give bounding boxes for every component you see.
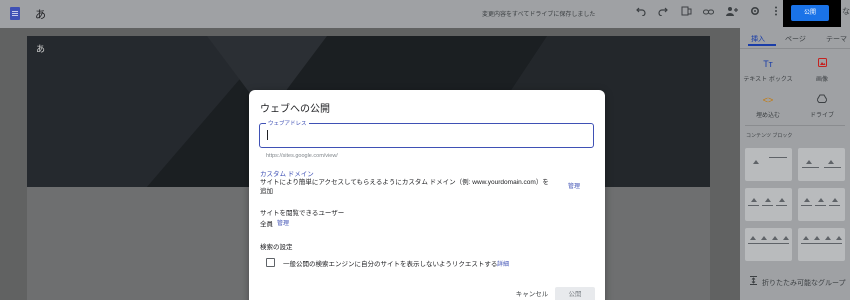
cancel-button[interactable]: キャンセル <box>507 287 557 300</box>
insert-collapsible-group[interactable]: 折りたたみ可能なグループ <box>750 276 846 288</box>
viewers-manage-link[interactable]: 管理 <box>277 218 289 227</box>
share-icon[interactable] <box>724 5 740 21</box>
web-address-input[interactable] <box>267 129 567 141</box>
dialog-title: ウェブへの公開 <box>260 104 330 115</box>
insert-drive[interactable]: ドライブ <box>797 94 847 119</box>
publish-button[interactable]: 公開 <box>791 5 829 21</box>
custom-domain-description: サイトにより簡単にアクセスしてもらえるようにカスタム ドメイン（例: www.y… <box>260 179 549 195</box>
app-root: あ 変更内容をすべてドライブに保存しました 公開 な あ 挿入 ページ テーマ … <box>0 0 850 300</box>
custom-domain-title: カスタム ドメイン <box>260 171 314 178</box>
insert-text-box-label: テキスト ボックス <box>743 77 793 83</box>
section-divider <box>745 125 845 126</box>
dialog-publish-button[interactable]: 公開 <box>555 287 595 300</box>
sites-logo-icon <box>10 7 20 20</box>
publish-dialog: ウェブへの公開 ウェブアドレス https://sites.google.com… <box>249 90 605 300</box>
web-address-field[interactable]: ウェブアドレス <box>259 119 594 148</box>
hide-from-search-label[interactable]: 一般公開の検索エンジンに自分のサイトを表示しないようリクエストする <box>283 258 497 268</box>
top-bar: あ 変更内容をすべてドライブに保存しました 公開 な <box>0 0 850 28</box>
insert-drive-label: ドライブ <box>809 113 834 119</box>
content-blocks-label: コンテンツ ブロック <box>746 133 793 139</box>
insert-image[interactable]: 画像 <box>797 58 847 83</box>
insert-text-box[interactable]: Tт テキスト ボックス <box>743 58 793 83</box>
insert-embed[interactable]: <> 埋め込む <box>743 94 793 119</box>
layout-thumb[interactable] <box>745 188 792 221</box>
hero-title[interactable]: あ <box>36 42 45 55</box>
search-settings-title: 検索の設定 <box>260 244 293 251</box>
tab-pages[interactable]: ページ <box>785 34 806 44</box>
truncated-label: な <box>842 7 850 16</box>
collapsible-group-label: 折りたたみ可能なグループ <box>761 280 846 287</box>
layout-thumb[interactable] <box>798 188 845 221</box>
publish-highlight: 公開 <box>783 0 841 27</box>
more-vert-icon[interactable] <box>768 5 784 21</box>
right-panel: 挿入 ページ テーマ Tт テキスト ボックス 画像 <> 埋め込む ドライブ … <box>740 28 850 300</box>
image-icon <box>815 58 829 70</box>
layout-thumb[interactable] <box>798 148 845 181</box>
drive-icon <box>815 94 829 106</box>
settings-icon[interactable] <box>747 5 763 21</box>
layout-thumb[interactable] <box>798 228 845 261</box>
preview-icon[interactable] <box>678 5 694 21</box>
link-icon[interactable] <box>700 5 716 21</box>
details-link[interactable]: 詳細 <box>497 259 509 268</box>
site-title[interactable]: あ <box>35 6 46 22</box>
viewers-title: サイトを閲覧できるユーザー <box>260 210 345 217</box>
redo-icon[interactable] <box>655 5 671 21</box>
layout-thumb[interactable] <box>745 148 792 181</box>
layout-thumb[interactable] <box>745 228 792 261</box>
tab-themes[interactable]: テーマ <box>826 34 847 44</box>
save-status: 変更内容をすべてドライブに保存しました <box>482 12 596 18</box>
insert-image-label: 画像 <box>815 77 828 83</box>
custom-domain-manage-link[interactable]: 管理 <box>568 181 580 190</box>
text-box-icon: Tт <box>763 59 773 69</box>
tab-divider <box>740 48 850 49</box>
active-tab-indicator <box>748 44 776 46</box>
web-address-label: ウェブアドレス <box>266 119 309 127</box>
viewers-value: 全員 <box>260 221 273 228</box>
collapsible-group-icon <box>750 276 760 287</box>
embed-icon: <> <box>762 95 774 105</box>
hide-from-search-checkbox[interactable] <box>266 258 275 267</box>
tab-insert[interactable]: 挿入 <box>751 34 765 44</box>
insert-embed-label: 埋め込む <box>755 113 780 119</box>
undo-icon[interactable] <box>633 5 649 21</box>
web-address-helper: https://sites.google.com/view/ <box>266 153 338 159</box>
